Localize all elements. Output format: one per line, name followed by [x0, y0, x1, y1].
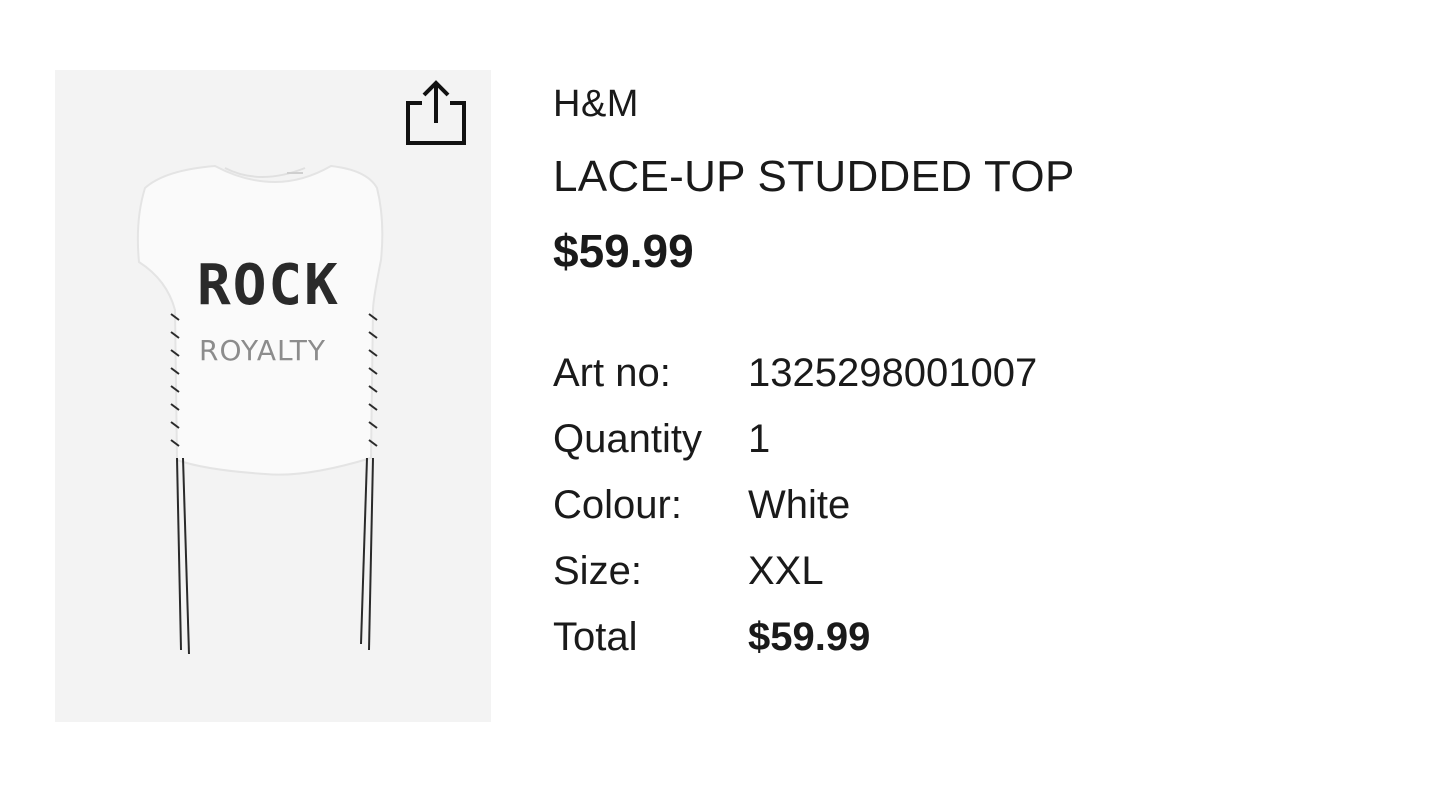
spec-label: Size:	[553, 549, 642, 593]
product-price: $59.99	[553, 225, 694, 277]
spec-row-size: Size: XXL	[553, 548, 1075, 614]
brand-name: H&M	[553, 83, 639, 125]
spec-value: White	[748, 483, 851, 527]
spec-label: Quantity	[553, 417, 702, 461]
spec-value: XXL	[748, 549, 824, 593]
share-button[interactable]	[404, 77, 468, 145]
spec-label: Colour:	[553, 483, 682, 527]
spec-row-quantity: Quantity 1	[553, 416, 1075, 482]
spec-value: 1325298001007	[748, 351, 1038, 395]
graphic-text-rock: ROCK	[197, 253, 340, 318]
spec-value-total: $59.99	[748, 615, 871, 659]
spec-row-total: Total $59.99	[553, 614, 1075, 680]
spec-table: Art no: 1325298001007 Quantity 1 Colour:…	[553, 350, 1075, 680]
order-item-detail: ROCK ROYALTY H&M LACE-UP STUDDED TOP $59…	[0, 0, 1440, 799]
product-image[interactable]: ROCK ROYALTY	[55, 70, 491, 722]
product-name: LACE-UP STUDDED TOP	[553, 152, 1075, 201]
share-icon	[406, 80, 466, 145]
product-details: H&M LACE-UP STUDDED TOP $59.99 Art no: 1…	[553, 82, 1075, 680]
spec-label: Art no:	[553, 351, 671, 395]
graphic-text-royalty: ROYALTY	[199, 334, 326, 367]
spec-row-art-no: Art no: 1325298001007	[553, 350, 1075, 416]
spec-label: Total	[553, 615, 638, 659]
spec-value: 1	[748, 417, 771, 461]
spec-row-colour: Colour: White	[553, 482, 1075, 548]
